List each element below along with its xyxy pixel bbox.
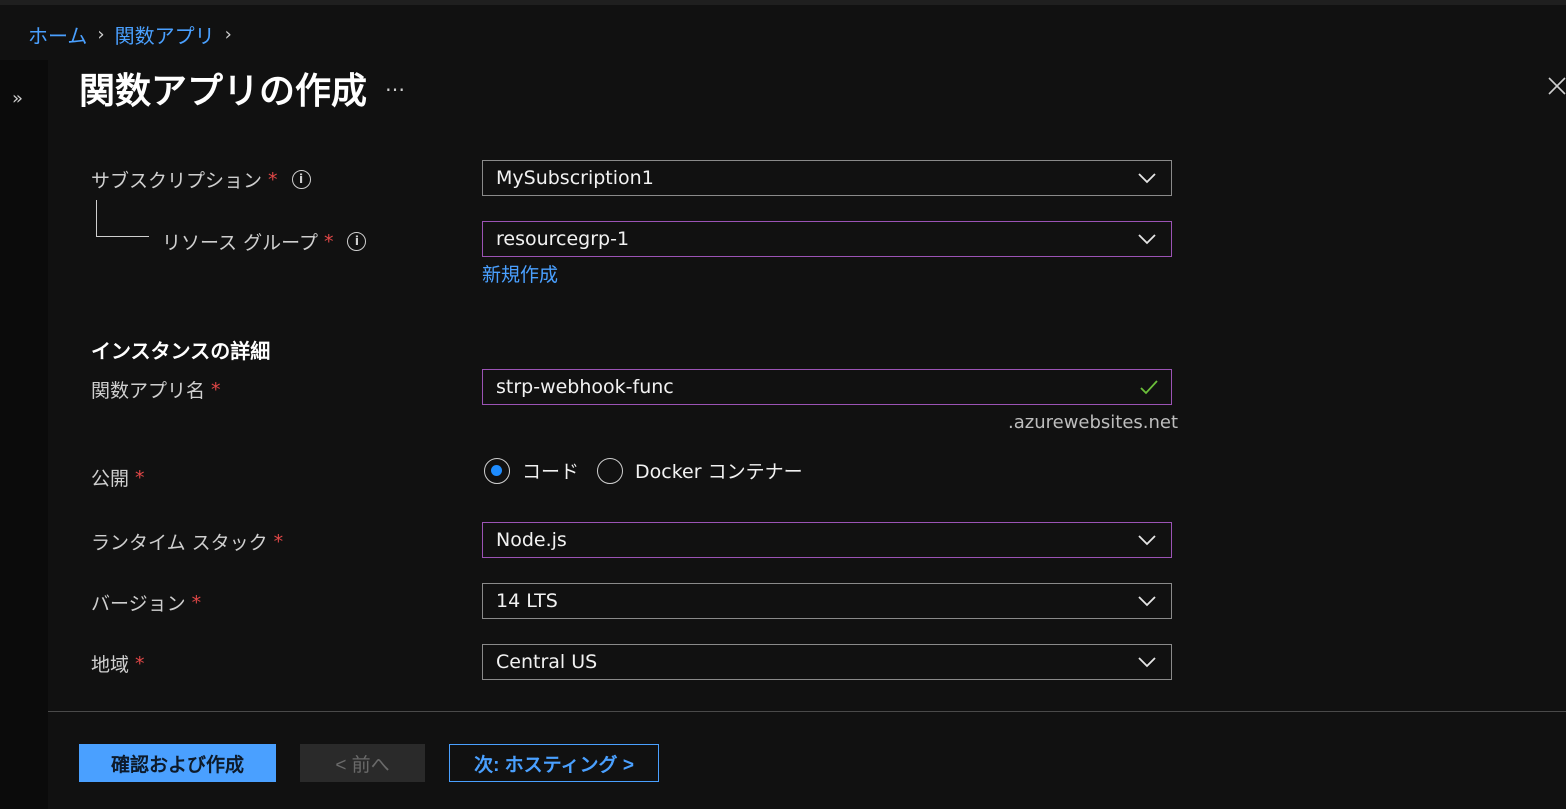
more-options-icon[interactable]: … <box>385 72 406 96</box>
chevron-right-icon: › <box>97 24 105 45</box>
radio-docker-label[interactable]: Docker コンテナー <box>635 457 803 484</box>
chevron-down-icon <box>1138 535 1156 546</box>
required-mark: * <box>268 168 278 191</box>
app-name-label: 関数アプリ名 * <box>91 378 221 403</box>
radio-code-label[interactable]: コード <box>522 457 579 484</box>
required-mark: * <box>211 378 221 401</box>
app-name-input[interactable]: strp-webhook-func <box>482 369 1172 405</box>
runtime-stack-label: ランタイム スタック * <box>91 530 284 555</box>
runtime-stack-select[interactable]: Node.js <box>482 522 1172 558</box>
resource-group-select[interactable]: resourcegrp-1 <box>482 221 1172 257</box>
region-select[interactable]: Central US <box>482 644 1172 680</box>
subscription-select[interactable]: MySubscription1 <box>482 160 1172 196</box>
subscription-label: サブスクリプション * i <box>91 166 311 193</box>
version-label: バージョン * <box>91 591 202 616</box>
radio-docker[interactable] <box>597 457 624 484</box>
page-title: 関数アプリの作成 <box>79 71 368 112</box>
next-hosting-button[interactable]: 次: ホスティング > <box>449 744 659 782</box>
publish-radio-group: コード Docker コンテナー <box>484 457 821 484</box>
create-new-link[interactable]: 新規作成 <box>482 260 558 287</box>
top-bar <box>0 0 1566 5</box>
instance-details-heading: インスタンスの詳細 <box>91 339 271 363</box>
info-icon[interactable]: i <box>347 232 367 251</box>
left-rail <box>0 60 48 809</box>
domain-suffix: .azurewebsites.net <box>1008 412 1179 433</box>
required-mark: * <box>135 466 145 489</box>
breadcrumb: ホーム › 関数アプリ › <box>28 20 242 49</box>
tree-connector <box>96 200 149 237</box>
required-mark: * <box>323 230 334 253</box>
chevron-right-icon: › <box>224 24 232 45</box>
resource-group-label: リソース グループ * i <box>162 228 367 255</box>
breadcrumb-function-app[interactable]: 関数アプリ <box>115 20 215 49</box>
breadcrumb-home[interactable]: ホーム <box>28 20 87 49</box>
radio-code[interactable] <box>484 457 510 484</box>
previous-button[interactable]: < 前へ <box>300 744 425 782</box>
required-mark: * <box>135 652 145 675</box>
footer-divider <box>48 711 1566 712</box>
info-icon[interactable]: i <box>291 170 311 189</box>
chevron-down-icon <box>1138 173 1156 184</box>
required-mark: * <box>273 530 284 553</box>
close-icon[interactable] <box>1543 72 1566 100</box>
region-label: 地域 * <box>91 652 145 677</box>
version-select[interactable]: 14 LTS <box>482 583 1172 619</box>
checkmark-icon <box>1140 380 1158 395</box>
chevron-down-icon <box>1138 657 1156 668</box>
chevron-down-icon <box>1138 234 1156 245</box>
review-create-button[interactable]: 確認および作成 <box>79 744 276 782</box>
expand-sidebar-icon[interactable]: » <box>12 88 23 109</box>
chevron-down-icon <box>1138 596 1156 607</box>
publish-label: 公開 * <box>91 466 145 491</box>
required-mark: * <box>191 591 202 614</box>
